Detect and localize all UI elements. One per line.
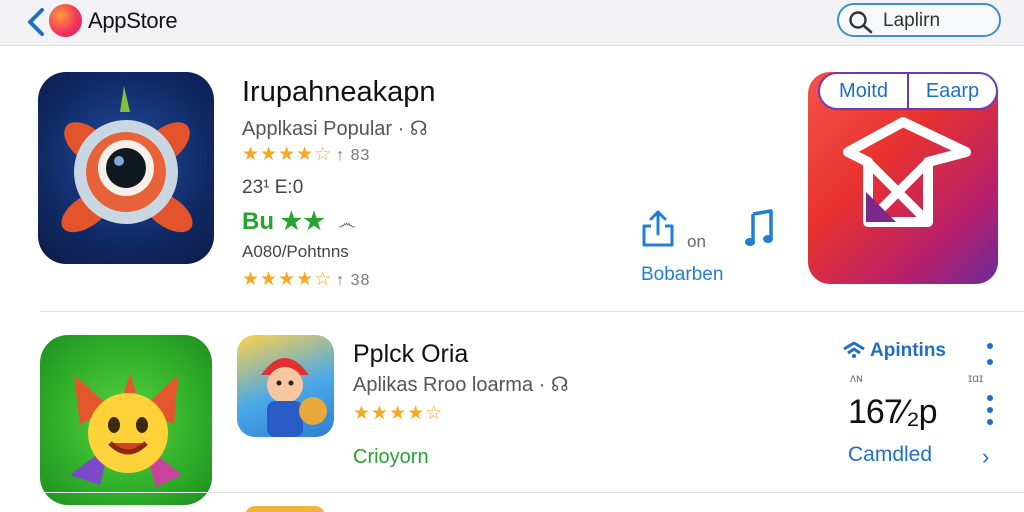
tiny-label-right: ɪɑɪ <box>968 371 984 385</box>
badge-tag: ෴ <box>338 213 356 233</box>
row-divider <box>40 311 1024 312</box>
rating-stars: ★★★★☆ <box>242 269 333 290</box>
rating-count: ↑ 38 <box>336 272 371 289</box>
badge-stars: ★★ <box>280 208 326 235</box>
back-chevron-icon[interactable] <box>24 7 50 37</box>
featured-app-rating-secondary: ★★★★☆ ↑ 38 <box>242 268 370 291</box>
third-app-icon[interactable] <box>245 506 325 512</box>
app-title: AppStore <box>88 8 178 33</box>
rating-stars: ★★★★☆ <box>242 144 333 165</box>
second-app-subtitle: Aplikas Rroo loarma · ☊ <box>353 374 569 396</box>
featured-app-name[interactable]: Irupahneakapn <box>242 76 436 109</box>
featured-app-icon[interactable] <box>38 72 214 264</box>
share-icon[interactable] <box>640 208 676 248</box>
badge-text: Bu <box>242 208 274 235</box>
segment-option-1[interactable]: Moitd <box>820 74 907 108</box>
top-bar: AppStore <box>0 0 1024 46</box>
second-app-brand-link[interactable]: Apintins <box>842 340 946 362</box>
second-app-thumbnail[interactable] <box>237 335 334 437</box>
second-app-name[interactable]: Pplck Oria <box>353 340 468 369</box>
appstore-logo-icon <box>49 4 82 37</box>
segment-option-2[interactable]: Eaarp <box>907 74 996 108</box>
second-app-status: Crioyorn <box>353 446 429 468</box>
featured-app-subtitle: Applkasi Popular · ☊ <box>242 118 428 140</box>
chevron-right-icon[interactable]: › <box>982 444 989 470</box>
featured-app-badge: Bu ★★ ෴ <box>242 207 355 236</box>
second-app-price: 167⁄₂p <box>848 393 938 431</box>
more-vertical-icon[interactable] <box>986 342 994 372</box>
second-app-icon[interactable] <box>40 335 212 505</box>
featured-app-rating: ★★★★☆ ↑ 83 <box>242 143 370 166</box>
featured-app-category: A080/Pohtnns <box>242 242 349 261</box>
segment-control: Moitd Eaarp <box>818 72 998 110</box>
second-app-action[interactable]: Camdled <box>848 443 932 467</box>
featured-app-link[interactable]: Bobarben <box>641 264 723 286</box>
featured-app-meta: 23¹ E:0 <box>242 177 304 198</box>
tiny-label-left: ᴧɴ <box>850 371 863 385</box>
more-vertical-icon[interactable] <box>986 394 994 432</box>
wifi-logo-icon <box>843 341 865 358</box>
search-icon <box>849 11 873 34</box>
rating-count: ↑ 83 <box>336 147 371 164</box>
search-box[interactable] <box>837 3 1001 37</box>
second-app-rating: ★★★★☆ <box>353 402 443 425</box>
search-input[interactable] <box>883 9 995 33</box>
brand-label: Apintins <box>870 340 946 361</box>
share-label: on <box>687 232 706 251</box>
rating-stars: ★★★★☆ <box>353 403 444 424</box>
music-note-icon[interactable] <box>744 208 776 248</box>
row-divider <box>40 492 1024 493</box>
